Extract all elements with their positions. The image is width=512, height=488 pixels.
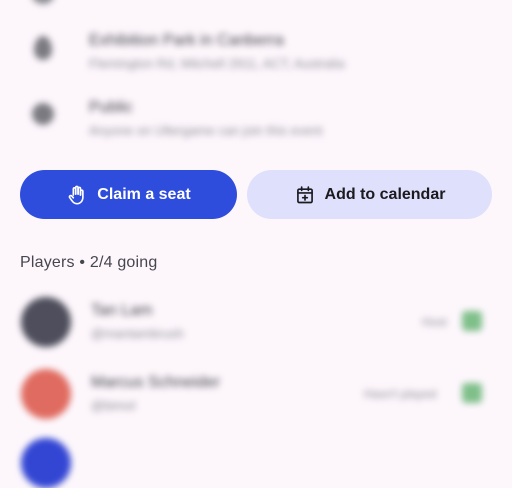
player-status: Host	[422, 315, 447, 329]
add-to-calendar-label: Add to calendar	[324, 185, 446, 203]
calendar-add-icon	[294, 184, 316, 206]
globe-icon	[32, 103, 54, 125]
claim-seat-label: Claim a seat	[97, 185, 191, 203]
avatar	[21, 369, 71, 419]
player-name: Tan Lam	[91, 302, 153, 319]
player-name: Marcus Schneider	[91, 374, 220, 391]
checkbox-icon	[462, 383, 482, 403]
visibility-description: Anyone on Ultergame can join this event	[89, 123, 323, 138]
visibility-title: Public	[89, 99, 133, 116]
claim-seat-button[interactable]: Claim a seat	[20, 170, 237, 219]
location-address: Flemington Rd, Mitchell 2911, ACT, Austr…	[89, 56, 345, 71]
avatar	[21, 297, 71, 347]
checkbox-icon	[462, 311, 482, 331]
player-row[interactable]: Marcus Schneider @bimol Hasn't played	[0, 368, 512, 420]
top-partial-icon	[32, 0, 54, 4]
location-row: Exhibition Park in Canberra Flemington R…	[0, 28, 512, 76]
player-row[interactable]: Tan Lam @mantambrush Host	[0, 296, 512, 348]
location-title: Exhibition Park in Canberra	[89, 32, 284, 49]
players-header: Players • 2/4 going	[20, 254, 158, 271]
location-pin-icon	[34, 36, 52, 60]
player-status: Hasn't played	[364, 387, 437, 401]
player-handle: @bimol	[91, 398, 136, 413]
avatar	[21, 438, 71, 488]
visibility-row: Public Anyone on Ultergame can join this…	[0, 96, 512, 144]
player-handle: @mantambrush	[91, 326, 184, 341]
add-to-calendar-button[interactable]: Add to calendar	[247, 170, 492, 219]
hand-icon	[66, 184, 88, 206]
